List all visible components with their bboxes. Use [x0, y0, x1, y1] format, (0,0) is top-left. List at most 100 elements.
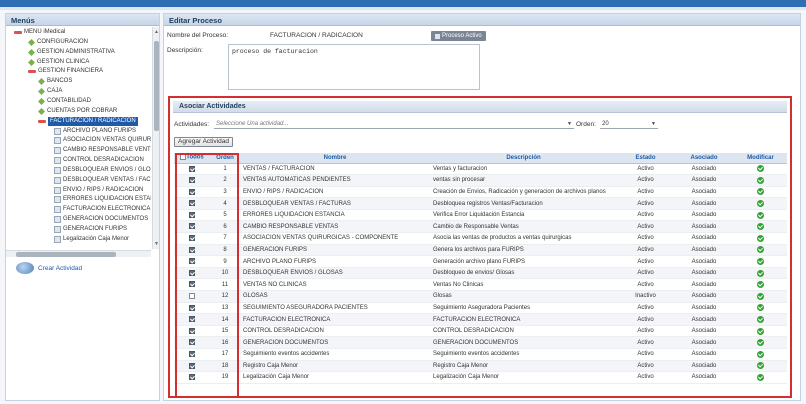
row-checkbox[interactable]	[189, 177, 195, 184]
tree-item[interactable]: DESBLOQUEAR ENVIOS / GLO	[54, 166, 151, 175]
collapse-icon[interactable]	[38, 119, 46, 123]
tree-item[interactable]: ASOCIACION VENTAS QUIRUR	[54, 136, 151, 145]
check-circle-icon[interactable]	[757, 315, 764, 323]
check-circle-icon[interactable]	[757, 292, 764, 300]
orden-select[interactable]: 20 ▼	[600, 120, 658, 129]
collapse-icon[interactable]	[28, 70, 36, 74]
tree-item[interactable]: ENVIO / RIPS / RADICACION	[54, 186, 143, 195]
tree-item[interactable]: GENERACION FURIPS	[54, 225, 127, 234]
table-row[interactable]: 2 VENTAS AUTOMATICAS PENDIENTES ventas sin…	[174, 174, 787, 187]
table-row[interactable]: 5 ERRORES LIQUIDACION ESTANCIA Verifica Er…	[174, 209, 787, 222]
table-row[interactable]: 17 Seguimiento eventos accidentes Seguimie…	[174, 348, 787, 361]
table-row[interactable]: 19 Legalización Caja Menor Legalización Ca…	[174, 371, 787, 384]
check-circle-icon[interactable]	[757, 234, 764, 242]
table-row[interactable]: 4 DESBLOQUEAR VENTAS / FACTURAS Desbloquea…	[174, 197, 787, 210]
tree-item[interactable]: GESTION FINANCIERA	[28, 67, 103, 76]
table-row[interactable]: 10 DESBLOQUEAR ENVIOS / GLOSAS Desbloqueo …	[174, 267, 787, 280]
check-circle-icon[interactable]	[757, 281, 764, 289]
table-row[interactable]: 8 GENERACION FURIPS Genera los archivos pa…	[174, 244, 787, 257]
check-circle-icon[interactable]	[757, 327, 764, 335]
row-checkbox[interactable]	[189, 165, 195, 172]
table-row[interactable]: 16 GENERACION DOCUMENTOS GENERACION DOCUME…	[174, 336, 787, 349]
scroll-down-icon[interactable]: ▼	[154, 241, 159, 247]
table-row[interactable]: 12 GLOSAS Glosas Inactivo Asociado	[174, 290, 787, 303]
nombre-proceso-field[interactable]: FACTURACION / RADICACION	[268, 31, 428, 40]
col-descripcion[interactable]: Descripción	[430, 153, 617, 164]
tree-item[interactable]: DESBLOQUEAR VENTAS / FAC	[54, 176, 151, 185]
table-row[interactable]: 9 ARCHIVO PLANO FURIPS Generación archivo …	[174, 255, 787, 268]
check-circle-icon[interactable]	[757, 362, 764, 370]
tree-item[interactable]: ERRORES LIQUIDACION ESTAI	[54, 195, 151, 204]
tree-item[interactable]: CUENTAS POR COBRAR	[38, 107, 117, 116]
row-checkbox[interactable]	[189, 223, 195, 230]
tree-item[interactable]: BANCOS	[38, 77, 72, 86]
menu-vertical-scrollbar[interactable]: ▲ ▼	[152, 27, 159, 249]
tree-item[interactable]: CONFIGURACION	[28, 38, 88, 47]
table-row[interactable]: 6 CAMBIO RESPONSABLE VENTAS Cambio de Resp…	[174, 220, 787, 234]
row-checkbox[interactable]	[189, 374, 195, 381]
tree-item[interactable]: CONTROL DESRADICACION	[54, 156, 144, 165]
row-checkbox[interactable]	[189, 351, 195, 357]
check-circle-icon[interactable]	[757, 211, 764, 219]
proceso-activo-button[interactable]: Proceso Activo	[431, 31, 486, 41]
check-circle-icon[interactable]	[757, 304, 764, 312]
row-checkbox[interactable]	[189, 246, 195, 253]
row-checkbox[interactable]	[189, 304, 195, 311]
col-estado[interactable]: Estado	[617, 153, 674, 164]
tree-item[interactable]: ARCHIVO PLANO FURIPS	[54, 127, 136, 136]
table-row[interactable]: 15 CONTROL DESRADICACION CONTROL DESRADICA…	[174, 325, 787, 338]
table-row[interactable]: 7 ASOCIACION VENTAS QUIRURGICAS - COMPONE…	[174, 232, 787, 245]
check-circle-icon[interactable]	[757, 246, 764, 254]
row-checkbox[interactable]	[189, 293, 195, 300]
row-checkbox[interactable]	[189, 211, 195, 218]
scroll-up-icon[interactable]: ▲	[154, 29, 159, 35]
table-row[interactable]: 18 Registro Caja Menor Registro Caja Menor…	[174, 360, 787, 373]
collapse-icon[interactable]	[14, 31, 22, 34]
tree-item[interactable]: FACTURACION ELECTRONICA	[54, 205, 150, 214]
tree-item[interactable]: CAJA	[38, 87, 62, 96]
check-circle-icon[interactable]	[757, 269, 764, 277]
col-modificar[interactable]: Modificar	[734, 153, 787, 164]
row-checkbox[interactable]	[189, 339, 195, 346]
row-checkbox[interactable]	[189, 200, 195, 207]
tree-item[interactable]: GENERACION DOCUMENTOS	[54, 215, 148, 224]
table-row[interactable]: 3 ENVIO / RIPS / RADICACION Creación de En…	[174, 186, 787, 199]
check-circle-icon[interactable]	[757, 373, 764, 381]
tree-item[interactable]: Legalización Caja Menor	[54, 235, 129, 244]
check-circle-icon[interactable]	[757, 258, 764, 265]
tree-item[interactable]: GESTION ADMINISTRATIVA	[28, 48, 115, 57]
table-row[interactable]: 13 SEGUIMIENTO ASEGURADORA PACIENTES Segui…	[174, 302, 787, 315]
tree-item[interactable]: FACTURACION / RADICACION	[38, 116, 138, 126]
tree-item[interactable]: CAMBIO RESPONSABLE VENT	[54, 146, 151, 155]
row-checkbox[interactable]	[189, 362, 195, 369]
row-checkbox[interactable]	[189, 316, 195, 323]
check-circle-icon[interactable]	[757, 350, 764, 358]
row-checkbox[interactable]	[189, 281, 195, 288]
check-circle-icon[interactable]	[757, 339, 764, 347]
col-orden[interactable]: Orden	[210, 153, 240, 164]
table-row[interactable]: 1 VENTAS / FACTURACION Ventas y facturacio…	[174, 163, 787, 176]
tree-item[interactable]: GESTION CLINICA	[28, 58, 89, 67]
tree-item[interactable]: MENU iMedical	[14, 28, 65, 37]
table-row[interactable]: 11 VENTAS NO CLINICAS Ventas No Clinicas Ac…	[174, 278, 787, 292]
row-checkbox[interactable]	[189, 188, 195, 195]
tree-item[interactable]: CONTABILIDAD	[38, 97, 91, 106]
select-all-checkbox[interactable]	[180, 154, 187, 161]
agregar-actividad-button[interactable]: Agregar Actividad	[174, 137, 233, 147]
row-checkbox[interactable]	[189, 235, 195, 242]
table-row[interactable]: 14 FACTURACION ELECTRONICA FACTURACION ELE…	[174, 313, 787, 326]
row-checkbox[interactable]	[189, 269, 195, 276]
check-circle-icon[interactable]	[757, 165, 764, 173]
row-checkbox[interactable]	[189, 258, 195, 265]
row-checkbox[interactable]	[189, 327, 195, 334]
col-todos[interactable]: Todos	[174, 153, 210, 164]
crear-actividad-link[interactable]: Crear Actividad	[16, 262, 82, 274]
check-circle-icon[interactable]	[757, 188, 764, 196]
check-circle-icon[interactable]	[757, 223, 764, 231]
scroll-thumb[interactable]	[154, 41, 159, 131]
check-circle-icon[interactable]	[757, 176, 764, 184]
col-asociado[interactable]: Asociado	[674, 153, 734, 164]
hscroll-thumb[interactable]	[16, 252, 116, 257]
col-nombre[interactable]: Nombre	[240, 153, 430, 164]
descripcion-textarea[interactable]: proceso de facturacion	[228, 44, 480, 90]
